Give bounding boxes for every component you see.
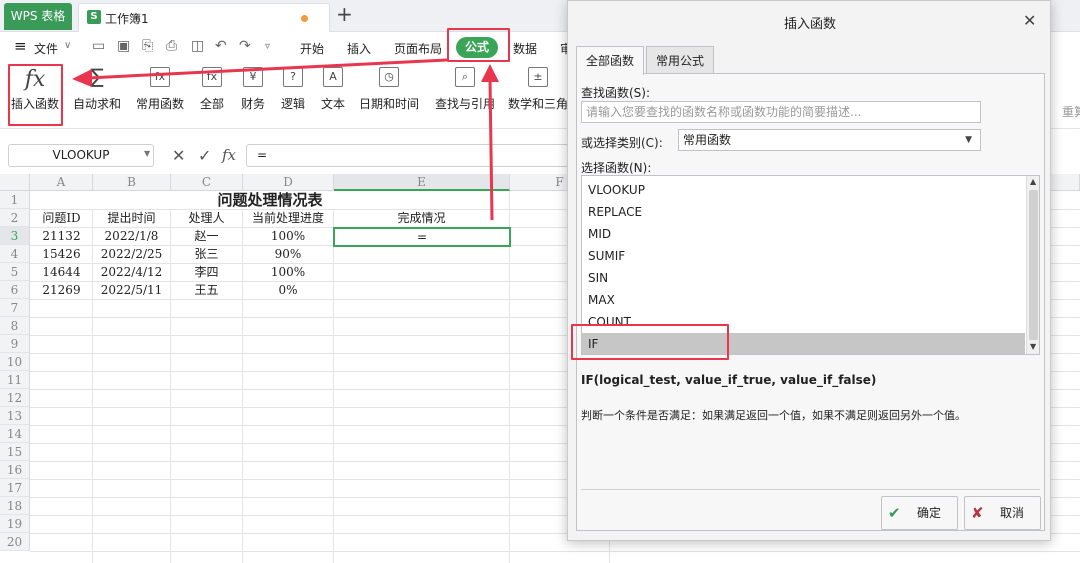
arrow-to-formulas-tab (488, 79, 494, 221)
tab-all-functions[interactable]: 全部函数 (576, 46, 644, 75)
arrowhead-left (72, 69, 92, 87)
annotation-arrows (72, 58, 499, 221)
arrowhead-up (481, 64, 499, 82)
arrow-to-insert-function (87, 58, 448, 80)
